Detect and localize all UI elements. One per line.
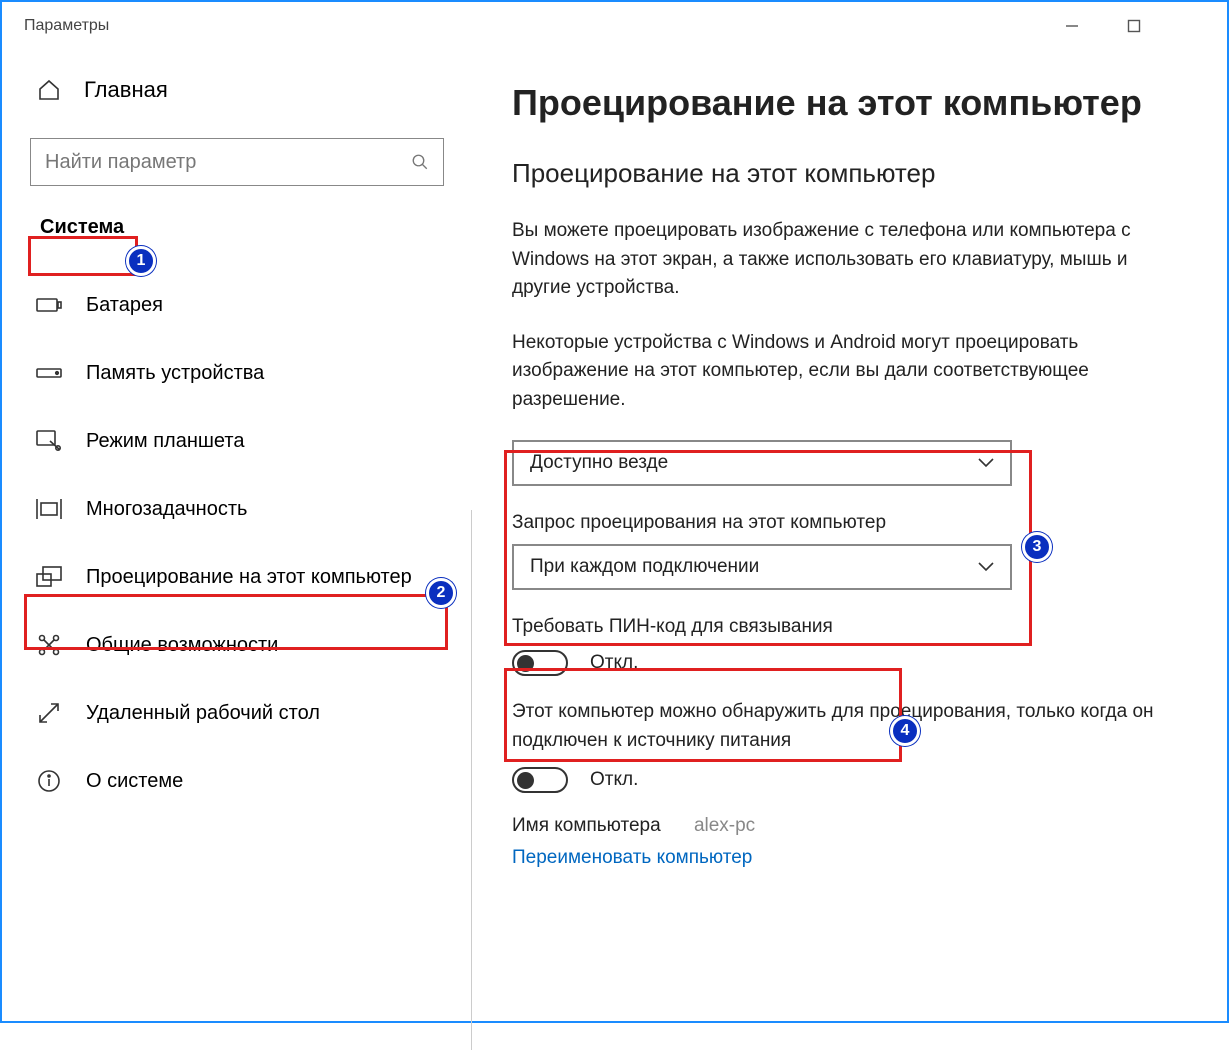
section-description-1: Вы можете проецировать изображение с тел… (512, 217, 1187, 303)
home-icon (36, 77, 62, 103)
ask-to-project-dropdown[interactable]: При каждом подключении (512, 544, 1012, 590)
chevron-down-icon (978, 458, 994, 468)
remote-icon (36, 700, 62, 726)
sidebar-item-label: О системе (86, 770, 183, 793)
info-icon (36, 768, 62, 794)
sidebar: Главная Найти параметр Система (2, 50, 472, 1021)
section-description-2: Некоторые устройства с Windows и Android… (512, 329, 1187, 415)
require-pin-toggle[interactable] (512, 650, 568, 676)
search-input[interactable]: Найти параметр (30, 138, 444, 186)
sidebar-item-label: Память устройства (86, 362, 264, 385)
home-label: Главная (84, 77, 168, 103)
sidebar-item-storage[interactable]: Память устройства (2, 339, 472, 407)
sidebar-item-shared-experiences[interactable]: Общие возможности (2, 611, 472, 679)
maximize-button[interactable] (1103, 2, 1165, 50)
sidebar-item-label: Режим планшета (86, 430, 244, 453)
sidebar-item-remote-desktop[interactable]: Удаленный рабочий стол (2, 679, 472, 747)
require-pin-state: Откл. (590, 652, 638, 674)
search-placeholder: Найти параметр (45, 151, 411, 174)
sidebar-divider (471, 510, 472, 1050)
sidebar-item-multitasking[interactable]: Многозадачность (2, 475, 472, 543)
sidebar-item-label: Общие возможности (86, 634, 278, 657)
project-icon (36, 564, 62, 590)
window-title: Параметры (24, 17, 109, 35)
require-pin-label: Требовать ПИН-код для связывания (512, 616, 1187, 638)
multitask-icon (36, 496, 62, 522)
rename-pc-link[interactable]: Переименовать компьютер (512, 847, 752, 869)
settings-window: Параметры Главная Найти параметр (0, 0, 1229, 1023)
main-content: Проецирование на этот компьютер Проециро… (472, 50, 1227, 1021)
window-controls (1041, 2, 1227, 50)
sidebar-item-about[interactable]: О системе (2, 747, 472, 815)
availability-dropdown[interactable]: Доступно везде (512, 440, 1012, 486)
sidebar-item-label: Проецирование на этот компьютер (86, 566, 412, 589)
sidebar-item-label: Многозадачность (86, 498, 247, 521)
sidebar-nav: Батарея Память устройства (2, 271, 472, 815)
sidebar-item-label: Удаленный рабочий стол (86, 702, 320, 725)
chevron-down-icon (978, 562, 994, 572)
sidebar-item-tablet-mode[interactable]: Режим планшета (2, 407, 472, 475)
dropdown-value: При каждом подключении (530, 556, 759, 578)
ask-to-project-label: Запрос проецирования на этот компьютер (512, 512, 1187, 534)
sidebar-category-system[interactable]: Система (34, 212, 130, 243)
home-link[interactable]: Главная (2, 60, 472, 120)
power-only-toggle[interactable] (512, 767, 568, 793)
power-only-state: Откл. (590, 769, 638, 791)
section-title: Проецирование на этот компьютер (512, 158, 1187, 189)
pc-name-label: Имя компьютера (512, 815, 661, 836)
sidebar-item-battery[interactable]: Батарея (2, 271, 472, 339)
battery-icon (36, 292, 62, 318)
minimize-button[interactable] (1041, 2, 1103, 50)
search-icon (411, 153, 429, 171)
share-icon (36, 632, 62, 658)
page-title: Проецирование на этот компьютер (512, 82, 1187, 124)
sidebar-item-projecting[interactable]: Проецирование на этот компьютер (2, 543, 472, 611)
pc-name-value: alex-pc (694, 815, 755, 836)
storage-icon (36, 360, 62, 386)
pc-name-row: Имя компьютера alex-pc (512, 815, 1187, 837)
power-only-label: Этот компьютер можно обнаружить для прое… (512, 698, 1187, 755)
dropdown-value: Доступно везде (530, 452, 668, 474)
sidebar-item-label: Батарея (86, 294, 163, 317)
tablet-icon (36, 428, 62, 454)
